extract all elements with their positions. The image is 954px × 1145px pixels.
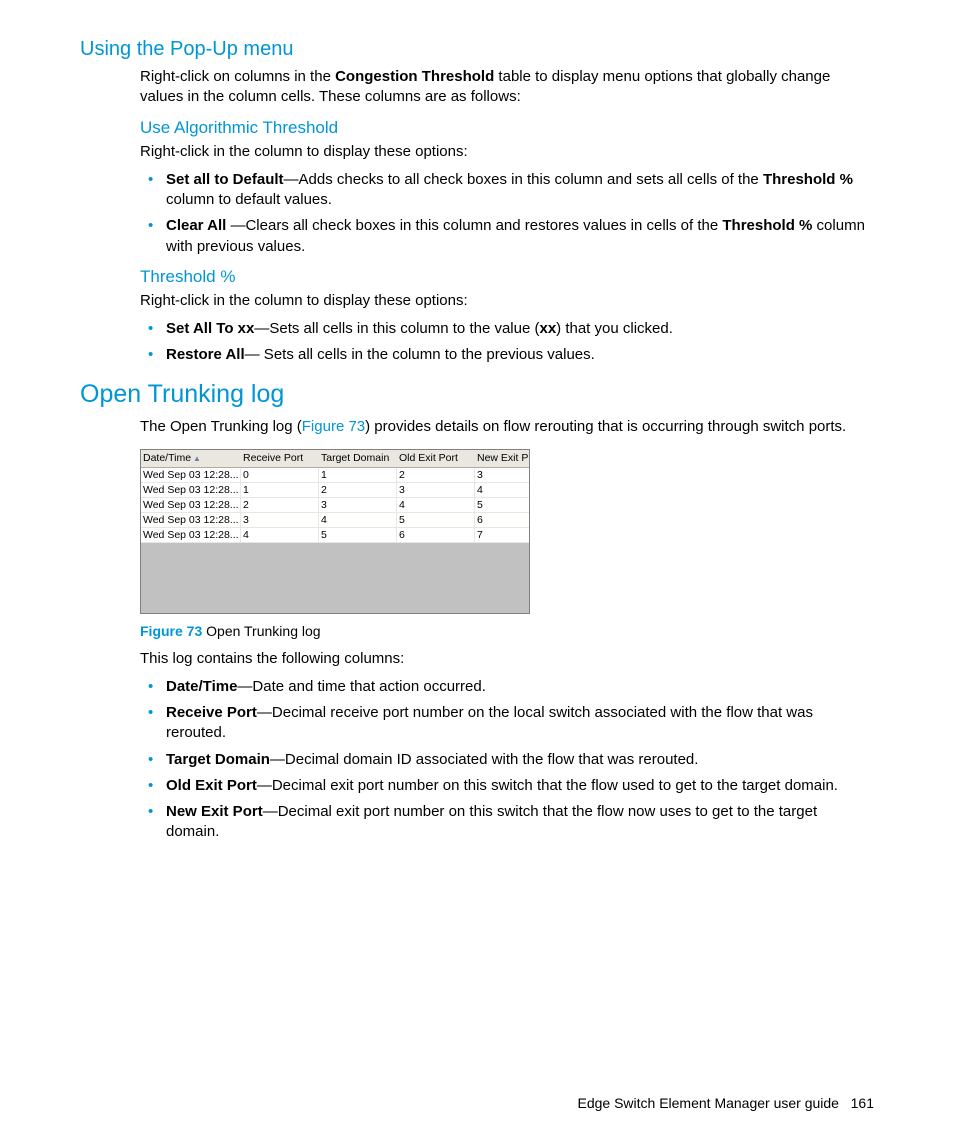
cell: Wed Sep 03 12:28... <box>141 483 241 497</box>
text-bold: Old Exit Port <box>166 777 257 794</box>
col-header-datetime[interactable]: Date/Time▲ <box>141 450 241 467</box>
cell: Wed Sep 03 12:28... <box>141 528 241 542</box>
cell: 5 <box>319 528 397 542</box>
sub1-list: Set all to Default—Adds checks to all ch… <box>140 170 874 257</box>
text: —Sets all cells in this column to the va… <box>254 320 539 337</box>
cell: 3 <box>397 483 475 497</box>
text-bold: Set All To xx <box>166 320 254 337</box>
text: —Date and time that action occurred. <box>237 678 485 695</box>
list-item: Restore All— Sets all cells in the colum… <box>140 345 874 365</box>
page-body: Using the Pop-Up menu Right-click on col… <box>0 0 954 843</box>
sort-asc-icon: ▲ <box>193 454 201 463</box>
text: ) that you clicked. <box>556 320 673 337</box>
page-number: 161 <box>851 1095 874 1111</box>
cell: 3 <box>241 513 319 527</box>
text: —Clears all check boxes in this column a… <box>230 217 722 234</box>
cell: 5 <box>397 513 475 527</box>
text-bold: New Exit Port <box>166 803 263 820</box>
cell: 2 <box>397 468 475 482</box>
cell: 7 <box>475 528 529 542</box>
list-item: Old Exit Port—Decimal exit port number o… <box>140 776 874 796</box>
open-trunking-log-table: Date/Time▲ Receive Port Target Domain Ol… <box>140 449 530 614</box>
list-item: Set All To xx—Sets all cells in this col… <box>140 319 874 339</box>
figure-73: Date/Time▲ Receive Port Target Domain Ol… <box>140 449 874 614</box>
figure-caption-text: Open Trunking log <box>202 623 320 639</box>
cell: 4 <box>241 528 319 542</box>
figure-ref-link[interactable]: Figure 73 <box>302 418 365 435</box>
text: —Decimal exit port number on this switch… <box>166 803 817 840</box>
text-bold: Target Domain <box>166 751 270 768</box>
table-row[interactable]: Wed Sep 03 12:28... 3 4 5 6 <box>141 513 529 528</box>
text-bold: Threshold % <box>763 171 853 188</box>
text: —Decimal exit port number on this switch… <box>257 777 838 794</box>
heading-open-trunking: Open Trunking log <box>80 380 874 409</box>
text: — Sets all cells in the column to the pr… <box>245 346 595 363</box>
footer-text: Edge Switch Element Manager user guide <box>577 1095 838 1111</box>
text: ) provides details on flow rerouting tha… <box>365 418 846 435</box>
text: —Adds checks to all check boxes in this … <box>284 171 763 188</box>
cell: Wed Sep 03 12:28... <box>141 498 241 512</box>
text-bold: xx <box>539 320 556 337</box>
text: —Decimal receive port number on the loca… <box>166 704 813 741</box>
cell: 3 <box>319 498 397 512</box>
text: The Open Trunking log ( <box>140 418 302 435</box>
cell: 3 <box>475 468 529 482</box>
text: Right-click on columns in the <box>140 68 335 85</box>
text-bold: Threshold % <box>722 217 812 234</box>
cell: 6 <box>475 513 529 527</box>
list-item: Set all to Default—Adds checks to all ch… <box>140 170 874 211</box>
col-header-old-exit[interactable]: Old Exit Port <box>397 450 475 467</box>
list-item: Clear All —Clears all check boxes in thi… <box>140 216 874 257</box>
heading-use-algorithmic: Use Algorithmic Threshold <box>140 118 874 138</box>
cell: 4 <box>319 513 397 527</box>
cell: Wed Sep 03 12:28... <box>141 468 241 482</box>
sub2-list: Set All To xx—Sets all cells in this col… <box>140 319 874 366</box>
sub2-intro: Right-click in the column to display the… <box>140 291 874 311</box>
table-header-row: Date/Time▲ Receive Port Target Domain Ol… <box>141 450 529 468</box>
table-row[interactable]: Wed Sep 03 12:28... 2 3 4 5 <box>141 498 529 513</box>
figure-label: Figure 73 <box>140 623 202 639</box>
cell: 6 <box>397 528 475 542</box>
col-header-target-domain[interactable]: Target Domain <box>319 450 397 467</box>
cell: 0 <box>241 468 319 482</box>
col-header-receive-port[interactable]: Receive Port <box>241 450 319 467</box>
list-item: Target Domain—Decimal domain ID associat… <box>140 750 874 770</box>
heading-threshold-pct: Threshold % <box>140 267 874 287</box>
text: column to default values. <box>166 191 332 208</box>
text-bold: Date/Time <box>166 678 237 695</box>
section2-content: The Open Trunking log (Figure 73) provid… <box>140 417 874 843</box>
list-item: Date/Time—Date and time that action occu… <box>140 677 874 697</box>
cell: 5 <box>475 498 529 512</box>
section2-intro: The Open Trunking log (Figure 73) provid… <box>140 417 874 437</box>
figure-caption: Figure 73 Open Trunking log <box>140 622 874 641</box>
list-item: Receive Port—Decimal receive port number… <box>140 703 874 744</box>
text-bold: Congestion Threshold <box>335 68 494 85</box>
cell: 1 <box>319 468 397 482</box>
text-bold: Clear All <box>166 217 230 234</box>
page-footer: Edge Switch Element Manager user guide 1… <box>577 1095 874 1111</box>
list-item: New Exit Port—Decimal exit port number o… <box>140 802 874 843</box>
columns-list: Date/Time—Date and time that action occu… <box>140 677 874 843</box>
text-bold: Set all to Default <box>166 171 284 188</box>
cell: 2 <box>319 483 397 497</box>
table-row[interactable]: Wed Sep 03 12:28... 4 5 6 7 <box>141 528 529 543</box>
table-row[interactable]: Wed Sep 03 12:28... 1 2 3 4 <box>141 483 529 498</box>
text: —Decimal domain ID associated with the f… <box>270 751 699 768</box>
text-bold: Receive Port <box>166 704 257 721</box>
section1-content: Right-click on columns in the Congestion… <box>140 67 874 366</box>
table-row[interactable]: Wed Sep 03 12:28... 0 1 2 3 <box>141 468 529 483</box>
text-bold: Restore All <box>166 346 245 363</box>
cell: 2 <box>241 498 319 512</box>
cell: 4 <box>475 483 529 497</box>
section1-intro: Right-click on columns in the Congestion… <box>140 67 874 108</box>
cell: Wed Sep 03 12:28... <box>141 513 241 527</box>
header-label: Date/Time <box>143 452 191 464</box>
sub1-intro: Right-click in the column to display the… <box>140 142 874 162</box>
columns-intro: This log contains the following columns: <box>140 649 874 669</box>
col-header-new-exit[interactable]: New Exit P <box>475 450 529 467</box>
cell: 1 <box>241 483 319 497</box>
heading-popup-menu: Using the Pop-Up menu <box>80 38 874 61</box>
cell: 4 <box>397 498 475 512</box>
